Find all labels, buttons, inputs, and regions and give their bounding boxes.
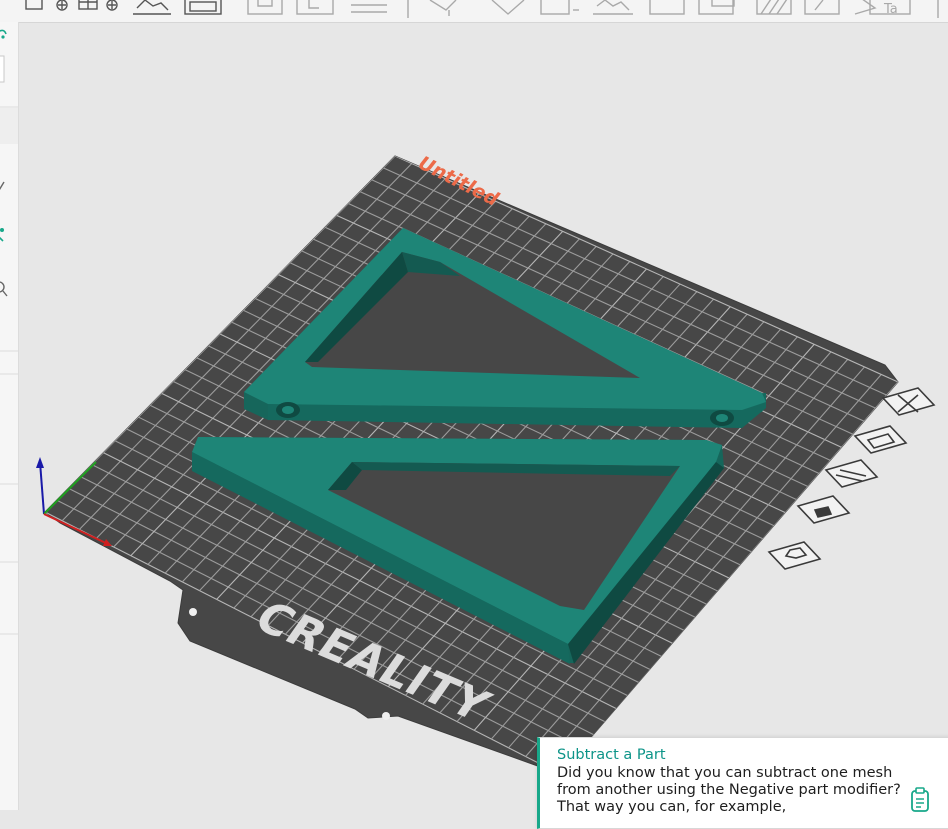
tip-popup: Subtract a Part Did you know that you ca… — [537, 737, 948, 829]
brim-icon[interactable] — [698, 0, 735, 15]
auto-orient-button[interactable] — [853, 425, 908, 454]
3d-viewport[interactable]: Untitled CREALITY — [19, 23, 948, 810]
arrange-icon[interactable] — [184, 0, 222, 15]
input-box[interactable] — [0, 55, 5, 83]
add-plate-icon[interactable] — [78, 0, 118, 11]
text-icon[interactable]: Ta — [869, 0, 911, 17]
add-icon[interactable] — [25, 0, 68, 11]
edit-icon[interactable] — [0, 181, 5, 192]
orient-icon[interactable] — [133, 0, 171, 15]
wifi-icon[interactable] — [0, 29, 7, 39]
tip-text: Did you know that you can subtract one m… — [557, 765, 901, 815]
main-toolbar: Ta — [0, 0, 948, 23]
emboss-icon[interactable] — [854, 0, 877, 15]
lock-plate-button[interactable] — [796, 495, 851, 524]
clipboard-icon[interactable] — [908, 787, 932, 813]
cut-icon[interactable] — [296, 0, 334, 15]
left-sidebar — [0, 22, 19, 810]
svg-text:Ta: Ta — [883, 2, 898, 17]
support-paint-icon[interactable] — [429, 0, 457, 16]
settings-icon[interactable] — [0, 228, 4, 242]
search-icon[interactable] — [0, 281, 8, 297]
plate-hole — [382, 712, 390, 720]
build-plate-scene[interactable]: Untitled CREALITY — [19, 23, 948, 810]
assembly-icon[interactable] — [649, 0, 685, 15]
tip-title: Subtract a Part — [557, 747, 666, 763]
plate-hole — [189, 608, 197, 616]
layer-icon[interactable] — [351, 4, 387, 13]
fuzzy-icon[interactable] — [593, 0, 633, 15]
seam-paint-icon[interactable] — [491, 0, 525, 15]
arrange-plate-button[interactable] — [824, 459, 879, 488]
close-plate-button[interactable] — [881, 387, 936, 416]
scale-icon[interactable] — [804, 0, 840, 15]
toolbar-icons: Ta — [25, 0, 939, 18]
measure-icon[interactable] — [540, 0, 579, 15]
hatch-icon[interactable] — [756, 0, 792, 15]
plate-settings-button[interactable] — [767, 541, 822, 570]
split-icon[interactable] — [247, 0, 283, 15]
